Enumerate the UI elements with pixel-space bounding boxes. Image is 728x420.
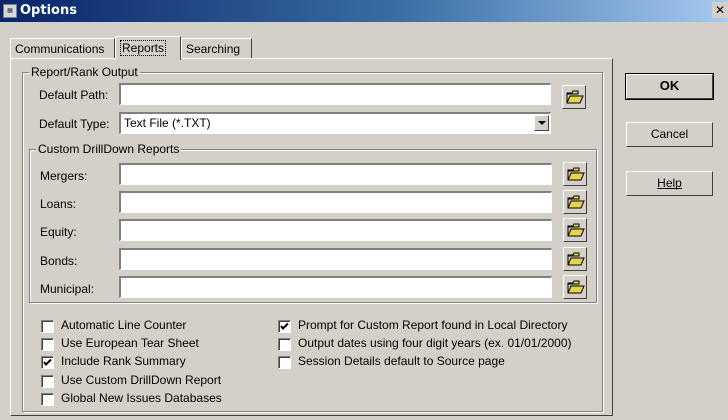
report-rank-output-legend: Report/Rank Output [29, 65, 140, 79]
folder-icon [566, 90, 584, 104]
checkmark-icon [280, 322, 289, 330]
tab-communications[interactable]: Communications [10, 38, 115, 58]
default-type-value: Text File (*.TXT) [124, 116, 211, 130]
help-button-label: Help [657, 176, 682, 190]
automatic-line-counter-label: Automatic Line Counter [61, 318, 187, 332]
use-european-tear-sheet-checkbox[interactable] [41, 338, 54, 351]
checkmark-icon [43, 358, 52, 366]
bonds-input[interactable] [119, 248, 552, 270]
loans-browse-button[interactable] [563, 190, 587, 214]
folder-icon [567, 195, 585, 209]
include-rank-summary-label: Include Rank Summary [61, 354, 186, 368]
window-title: Options [20, 3, 77, 18]
bonds-label: Bonds: [40, 254, 78, 268]
prompt-custom-report-checkbox[interactable] [278, 320, 291, 333]
equity-input[interactable] [119, 219, 552, 241]
mergers-label: Mergers: [40, 169, 88, 183]
global-new-issues-databases-checkbox[interactable] [41, 393, 54, 406]
mergers-browse-button[interactable] [563, 162, 587, 186]
include-rank-summary-checkbox[interactable] [41, 356, 54, 369]
tab-communications-label: Communications [15, 42, 105, 56]
default-path-label: Default Path: [39, 88, 109, 102]
folder-icon [567, 223, 585, 237]
equity-label: Equity: [40, 225, 77, 239]
folder-icon [567, 167, 585, 181]
use-custom-drilldown-report-label: Use Custom DrillDown Report [61, 373, 222, 387]
bonds-browse-button[interactable] [563, 247, 587, 271]
reports-tab-panel: Report/Rank Output Default Path: Default… [10, 58, 613, 416]
municipal-label: Municipal: [40, 282, 95, 296]
municipal-input[interactable] [119, 276, 552, 298]
municipal-browse-button[interactable] [563, 275, 587, 299]
tab-searching-label: Searching [186, 42, 241, 56]
folder-icon [567, 252, 585, 266]
tab-reports-label: Reports [120, 40, 167, 56]
default-path-input[interactable] [119, 83, 551, 105]
help-button[interactable]: Help [626, 171, 713, 196]
mergers-input[interactable] [119, 163, 552, 185]
close-icon: ✕ [714, 3, 726, 17]
loans-label: Loans: [40, 197, 77, 211]
session-details-source-page-checkbox[interactable] [278, 356, 291, 369]
app-icon: ▦ [3, 4, 17, 18]
tab-reports[interactable]: Reports [115, 36, 181, 60]
session-details-source-page-label: Session Details default to Source page [298, 354, 505, 368]
chevron-down-icon[interactable] [534, 115, 549, 131]
prompt-custom-report-label: Prompt for Custom Report found in Local … [298, 318, 568, 332]
global-new-issues-databases-label: Global New Issues Databases [61, 391, 222, 405]
default-type-select[interactable]: Text File (*.TXT) [119, 112, 551, 134]
close-button[interactable]: ✕ [712, 2, 728, 18]
use-custom-drilldown-report-checkbox[interactable] [41, 375, 54, 388]
default-type-label: Default Type: [39, 117, 110, 131]
four-digit-years-checkbox[interactable] [278, 338, 291, 351]
equity-browse-button[interactable] [563, 218, 587, 242]
cancel-button[interactable]: Cancel [626, 122, 713, 147]
four-digit-years-label: Output dates using four digit years (ex.… [298, 336, 572, 350]
folder-icon [567, 280, 585, 294]
custom-drilldown-legend: Custom DrillDown Reports [36, 142, 182, 156]
use-european-tear-sheet-label: Use European Tear Sheet [61, 336, 199, 350]
title-bar[interactable]: ▦ Options ✕ [0, 0, 728, 22]
ok-button[interactable]: OK [625, 73, 714, 100]
default-path-browse-button[interactable] [562, 85, 586, 109]
loans-input[interactable] [119, 191, 552, 213]
tab-searching[interactable]: Searching [181, 38, 252, 58]
options-dialog: ▦ Options ✕ Communications Reports Searc… [0, 0, 728, 420]
automatic-line-counter-checkbox[interactable] [41, 320, 54, 333]
